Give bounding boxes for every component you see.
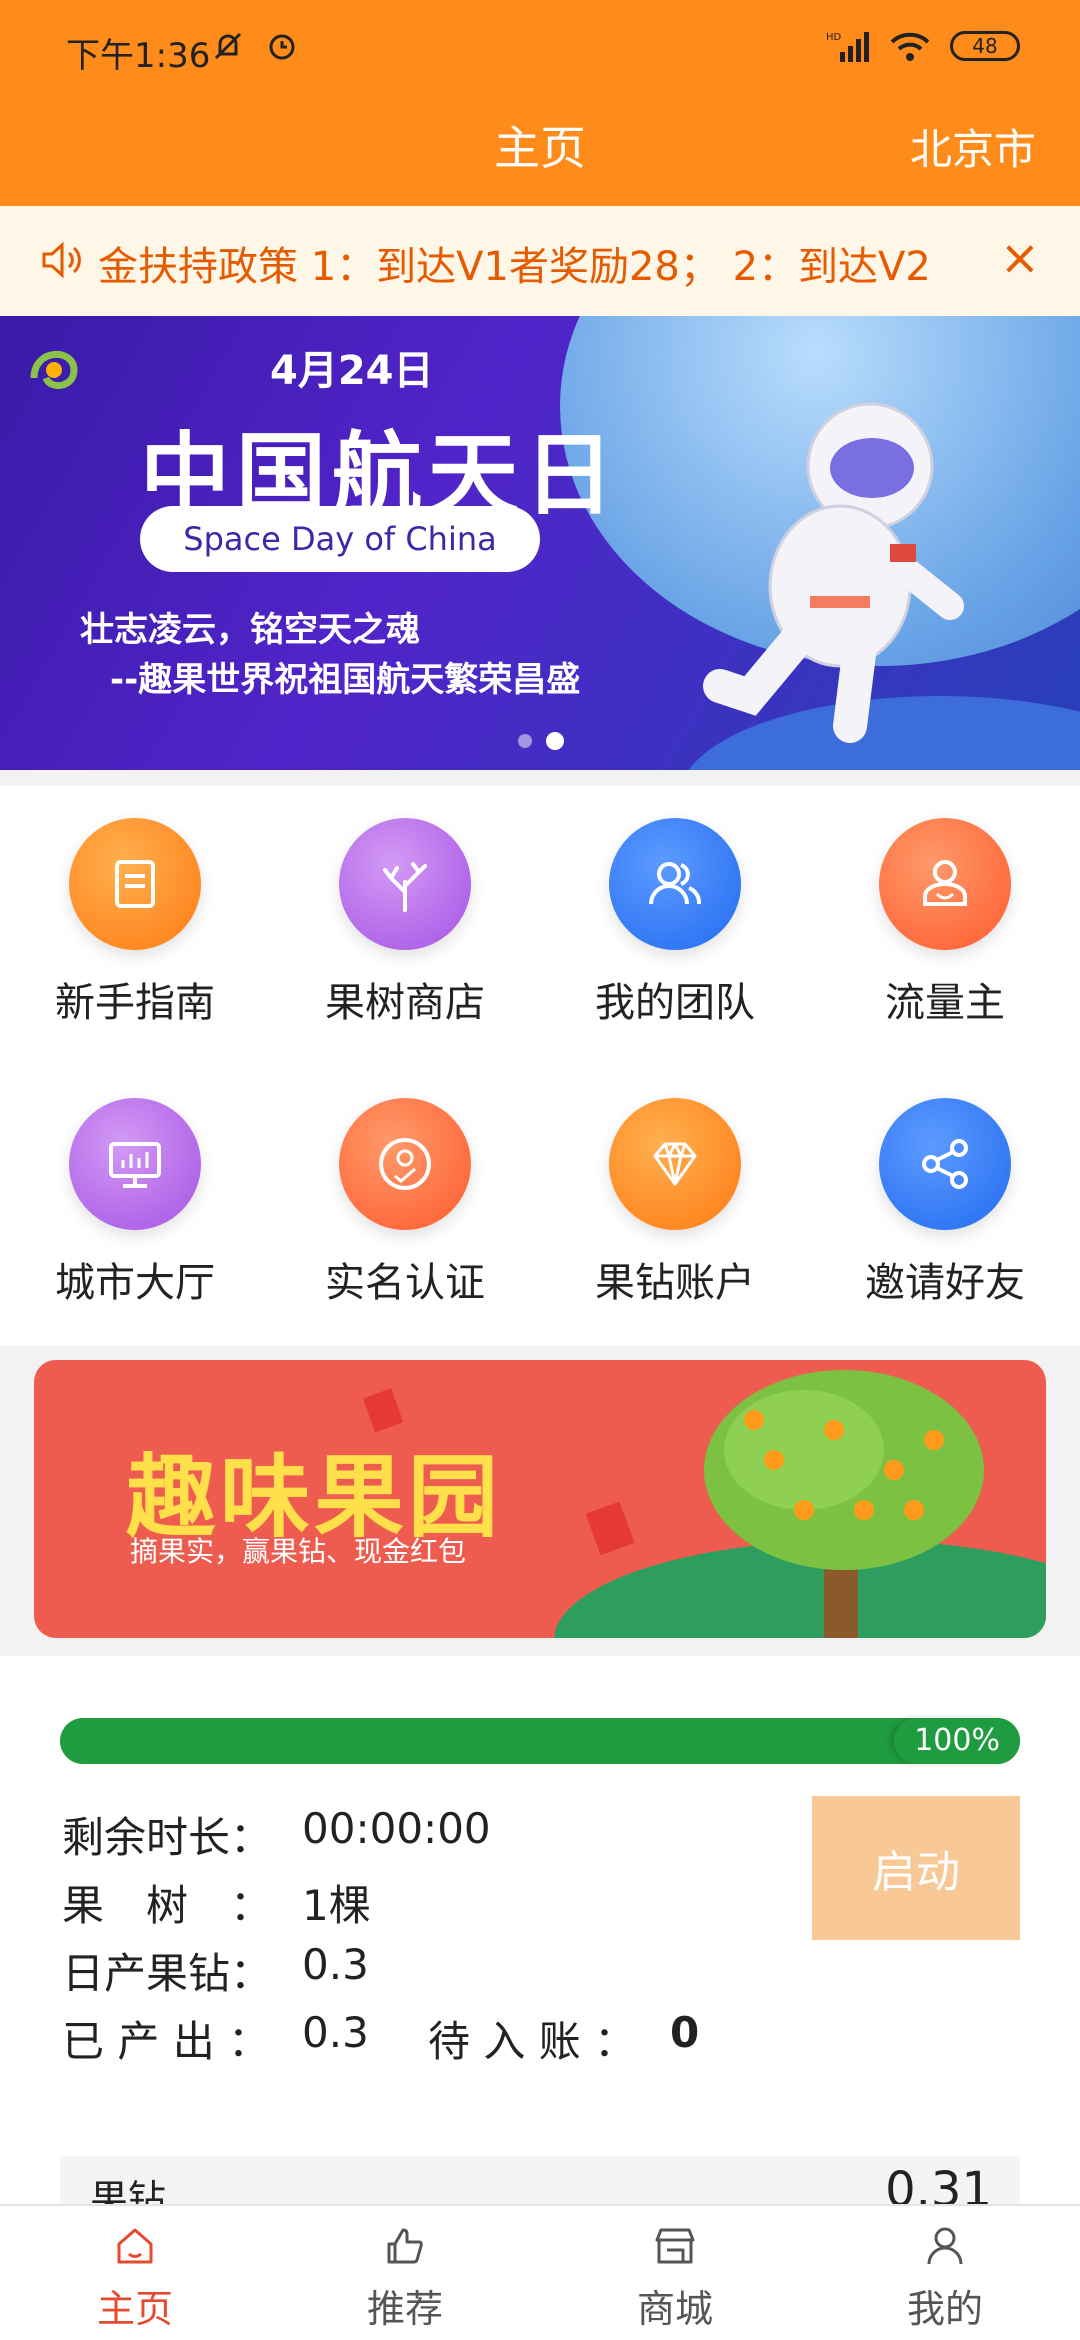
produced-row: 已 产 出 ： 0.3 待 入 账 ： 0 bbox=[62, 2008, 762, 2069]
carousel-dot-active bbox=[546, 732, 564, 750]
carousel-dot bbox=[518, 734, 532, 748]
app-logo-icon bbox=[30, 351, 78, 389]
grid-item-label: 实名认证 bbox=[325, 1260, 485, 1306]
diamond-icon bbox=[653, 1142, 697, 1186]
share-icon bbox=[922, 1139, 968, 1189]
banner-slogan: --趣果世界祝祖国航天繁荣昌盛 bbox=[110, 660, 581, 700]
status-time: 下午1:36 bbox=[66, 36, 211, 76]
battery-indicator: 48 bbox=[950, 31, 1020, 61]
bottom-tab-bar: 主页 推荐 商城 我的 bbox=[0, 2204, 1080, 2340]
grid-item-label: 流量主 bbox=[885, 980, 1005, 1026]
notice-text: 金扶持政策 1：到达V1者奖励28； 2：到达V2 bbox=[98, 244, 931, 290]
astronaut-illustration bbox=[703, 402, 964, 743]
daily-output-row: 日产果钻： 0.3 bbox=[62, 1940, 369, 2001]
speaker-icon bbox=[42, 241, 81, 279]
grid-item-invite-friends[interactable]: 邀请好友 bbox=[810, 1066, 1080, 1326]
grid-item-label: 果树商店 bbox=[325, 980, 485, 1026]
pending-value: 0 bbox=[670, 2008, 700, 2057]
status-bar: 下午1:36 HD 48 bbox=[0, 0, 1080, 100]
home-icon bbox=[117, 2228, 153, 2264]
start-button[interactable]: 启动 bbox=[812, 1796, 1020, 1940]
grid-item-my-team[interactable]: 我的团队 bbox=[540, 786, 810, 1046]
banner-slogan: 壮志凌云，铭空天之魂 bbox=[80, 610, 420, 650]
grid-item-label: 邀请好友 bbox=[865, 1260, 1025, 1306]
monitor-icon bbox=[109, 1142, 161, 1188]
city-selector[interactable]: 北京市 bbox=[910, 116, 1036, 177]
tab-label: 我的 bbox=[906, 2287, 983, 2331]
fruit-tree-panel: 100% 剩余时长： 00:00:00 果 树 ： 1棵 日产果钻： 0.3 已… bbox=[0, 1656, 1080, 2221]
alarm-icon bbox=[269, 34, 295, 60]
store-icon bbox=[655, 2228, 695, 2264]
banner-date: 4月24日 bbox=[270, 348, 434, 394]
tab-mine[interactable]: 我的 bbox=[810, 2206, 1080, 2340]
notice-bar[interactable]: 金扶持政策 1：到达V1者奖励28； 2：到达V2 × bbox=[0, 206, 1080, 316]
tab-label: 主页 bbox=[96, 2287, 173, 2331]
mute-bell-icon bbox=[214, 32, 242, 60]
grid-item-label: 城市大厅 bbox=[55, 1260, 215, 1306]
remaining-time-value: 00:00:00 bbox=[302, 1804, 491, 1853]
user-icon bbox=[927, 2227, 963, 2265]
produced-label: 已 产 出 ： bbox=[62, 2017, 271, 2066]
tree-count-value: 1棵 bbox=[302, 1881, 371, 1930]
grid-item-label: 新手指南 bbox=[55, 980, 215, 1026]
tab-home[interactable]: 主页 bbox=[0, 2206, 270, 2340]
tab-mall[interactable]: 商城 bbox=[540, 2206, 810, 2340]
tree-icon bbox=[383, 862, 427, 912]
feature-grid: 新手指南 果树商店 我的团队 流量主 城市大厅 实名认证 果钻账户 邀请好友 bbox=[0, 786, 1080, 1346]
signal-icon: HD bbox=[826, 32, 869, 62]
tree-count-label: 果 树 ： bbox=[62, 1881, 273, 1930]
daily-output-value: 0.3 bbox=[302, 1940, 369, 1989]
grid-item-diamond-account[interactable]: 果钻账户 bbox=[540, 1066, 810, 1326]
remaining-time-label: 剩余时长： bbox=[62, 1813, 273, 1862]
orange-tree-illustration bbox=[704, 1370, 984, 1638]
svg-text:HD: HD bbox=[826, 32, 842, 43]
grid-item-traffic-owner[interactable]: 流量主 bbox=[810, 786, 1080, 1046]
app-bar: 主页 北京市 bbox=[0, 100, 1080, 206]
thumbs-up-icon bbox=[387, 2228, 423, 2264]
grid-item-beginner-guide[interactable]: 新手指南 bbox=[0, 786, 270, 1046]
tab-label: 推荐 bbox=[366, 2287, 443, 2331]
progress-bar: 100% bbox=[60, 1718, 1020, 1764]
close-icon[interactable]: × bbox=[1000, 230, 1040, 286]
promo-subtitle: 摘果实，赢果钻、现金红包 bbox=[130, 1535, 467, 1568]
progress-label: 100% bbox=[894, 1718, 1020, 1764]
team-icon bbox=[649, 862, 702, 905]
carousel-dots bbox=[518, 732, 564, 750]
grid-item-city-hall[interactable]: 城市大厅 bbox=[0, 1066, 270, 1326]
grid-item-label: 果钻账户 bbox=[595, 1260, 755, 1306]
person-icon bbox=[923, 860, 967, 906]
red-envelope-icon bbox=[586, 1501, 635, 1556]
grid-item-real-name-verify[interactable]: 实名认证 bbox=[270, 1066, 540, 1326]
pending-label: 待 入 账 ： bbox=[428, 2017, 637, 2066]
orchard-promo-banner[interactable]: 趣味果园 摘果实，赢果钻、现金红包 bbox=[34, 1360, 1046, 1638]
grid-item-label: 我的团队 bbox=[595, 980, 755, 1026]
tab-recommend[interactable]: 推荐 bbox=[270, 2206, 540, 2340]
daily-output-label: 日产果钻： bbox=[62, 1949, 273, 1998]
book-icon bbox=[115, 860, 155, 908]
tab-label: 商城 bbox=[636, 2287, 713, 2331]
grid-item-tree-store[interactable]: 果树商店 bbox=[270, 786, 540, 1046]
banner-subtitle: Space Day of China bbox=[140, 506, 540, 572]
produced-value: 0.3 bbox=[302, 2008, 369, 2057]
remaining-time-row: 剩余时长： 00:00:00 bbox=[62, 1804, 491, 1865]
wifi-icon bbox=[890, 32, 930, 61]
banner-carousel[interactable]: 4月24日 中国航天日 Space Day of China 壮志凌云，铭空天之… bbox=[0, 316, 1080, 770]
tree-count-row: 果 树 ： 1棵 bbox=[62, 1872, 371, 1933]
verify-icon bbox=[379, 1138, 431, 1190]
